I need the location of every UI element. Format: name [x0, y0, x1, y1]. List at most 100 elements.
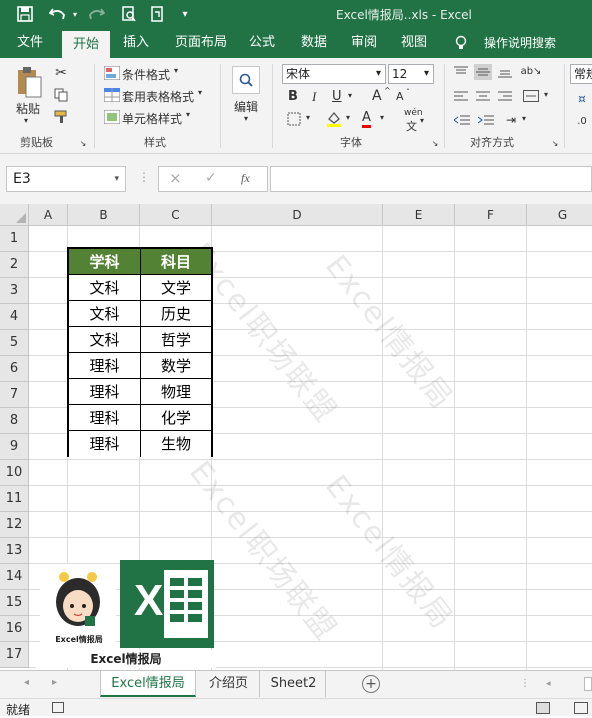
- table-cell-subject[interactable]: 理科: [69, 431, 141, 457]
- font-name-select[interactable]: 宋体 ▾: [282, 64, 386, 84]
- shrink-font-button[interactable]: A: [396, 90, 404, 103]
- add-sheet-button[interactable]: +: [362, 675, 380, 693]
- formula-bar-grip-icon[interactable]: ⋮: [138, 170, 150, 184]
- tab-file[interactable]: 文件: [8, 28, 52, 58]
- format-as-table-icon[interactable]: [104, 88, 120, 102]
- format-as-table-button[interactable]: 套用表格格式: [122, 88, 194, 105]
- column-header-g[interactable]: G: [527, 204, 592, 226]
- row-header[interactable]: 10: [0, 460, 29, 486]
- editing-button[interactable]: 编辑: [234, 98, 258, 115]
- enter-icon[interactable]: ✓: [205, 170, 217, 186]
- row-header[interactable]: 11: [0, 486, 29, 512]
- chevron-down-icon[interactable]: ▾: [198, 88, 202, 97]
- increase-decimal-icon[interactable]: .0: [572, 112, 592, 130]
- cancel-icon[interactable]: ×: [169, 169, 182, 187]
- decrease-indent-icon[interactable]: [452, 112, 472, 128]
- phonetic-icon[interactable]: 文: [406, 118, 417, 134]
- column-header-f[interactable]: F: [455, 204, 527, 226]
- redo-icon[interactable]: [84, 4, 108, 24]
- font-color-button[interactable]: A: [362, 110, 371, 128]
- row-header[interactable]: 9: [0, 434, 29, 460]
- chevron-down-icon[interactable]: ▾: [306, 113, 310, 122]
- tab-review[interactable]: 审阅: [342, 28, 386, 58]
- customize-icon[interactable]: ▾: [176, 4, 194, 24]
- normal-view-icon[interactable]: [536, 702, 550, 714]
- row-header[interactable]: 13: [0, 538, 29, 564]
- row-header[interactable]: 14: [0, 564, 29, 590]
- sheet-tab-excel-qingbaoju[interactable]: Excel情报局: [100, 671, 196, 697]
- row-header[interactable]: 1: [0, 226, 29, 252]
- sheet-tab-intro[interactable]: 介绍页: [198, 671, 260, 697]
- table-cell-course[interactable]: 历史: [141, 301, 211, 327]
- chevron-down-icon[interactable]: ▾: [348, 91, 352, 100]
- table-cell-course[interactable]: 物理: [141, 379, 211, 405]
- text-direction-icon[interactable]: ⇥: [502, 112, 520, 128]
- formula-input[interactable]: [270, 166, 592, 192]
- page-layout-view-icon[interactable]: [574, 702, 588, 714]
- scroll-right-icon[interactable]: ▸: [52, 677, 57, 688]
- italic-button[interactable]: I: [312, 89, 316, 105]
- tab-data[interactable]: 数据: [292, 28, 336, 58]
- table-cell-subject[interactable]: 文科: [69, 275, 141, 301]
- chevron-down-icon[interactable]: ▾: [544, 90, 548, 99]
- table-header-course[interactable]: 科目: [141, 249, 211, 275]
- table-header-subject[interactable]: 学科: [69, 249, 141, 275]
- number-format-select[interactable]: 常规: [570, 64, 592, 84]
- row-header[interactable]: 17: [0, 642, 29, 668]
- tab-home[interactable]: 开始: [62, 31, 110, 58]
- bold-button[interactable]: B: [288, 89, 298, 104]
- row-header[interactable]: 8: [0, 408, 29, 434]
- column-header-a[interactable]: A: [29, 204, 68, 226]
- fill-color-icon[interactable]: [324, 110, 344, 128]
- chevron-down-icon[interactable]: ▾: [380, 113, 384, 122]
- row-header[interactable]: 2: [0, 252, 29, 278]
- sheet-tab-sheet2[interactable]: Sheet2: [262, 671, 326, 697]
- row-header[interactable]: 7: [0, 382, 29, 408]
- underline-button[interactable]: U: [332, 89, 342, 104]
- alignment-launcher-icon[interactable]: ↘: [550, 138, 560, 148]
- font-launcher-icon[interactable]: ↘: [430, 138, 440, 148]
- align-top-icon[interactable]: [452, 64, 470, 80]
- grow-font-button[interactable]: A: [372, 88, 382, 104]
- table-cell-course[interactable]: 哲学: [141, 327, 211, 353]
- chevron-down-icon[interactable]: ▾: [346, 113, 350, 122]
- table-cell-course[interactable]: 数学: [141, 353, 211, 379]
- column-header-b[interactable]: B: [68, 204, 140, 226]
- touch-mode-icon[interactable]: [146, 4, 168, 24]
- cut-icon[interactable]: ✂: [52, 64, 70, 82]
- borders-icon[interactable]: [286, 112, 302, 126]
- align-bottom-icon[interactable]: [496, 64, 514, 80]
- tab-page-layout[interactable]: 页面布局: [168, 28, 234, 58]
- chevron-down-icon[interactable]: ▾: [186, 110, 190, 119]
- horizontal-scrollbar[interactable]: [584, 677, 592, 691]
- conditional-format-button[interactable]: 条件格式: [122, 66, 170, 83]
- column-header-e[interactable]: E: [383, 204, 455, 226]
- search-icon[interactable]: [232, 66, 260, 94]
- table-cell-course[interactable]: 文学: [141, 275, 211, 301]
- tab-view[interactable]: 视图: [392, 28, 436, 58]
- column-header-d[interactable]: D: [212, 204, 383, 226]
- undo-icon[interactable]: [46, 4, 70, 24]
- chevron-down-icon[interactable]: ▾: [424, 65, 429, 83]
- chevron-down-icon[interactable]: ▾: [244, 114, 248, 123]
- paste-dropdown-icon[interactable]: ▾: [24, 116, 28, 125]
- row-header[interactable]: 12: [0, 512, 29, 538]
- row-header[interactable]: 16: [0, 616, 29, 642]
- align-middle-icon[interactable]: [474, 64, 492, 80]
- increase-indent-icon[interactable]: [476, 112, 496, 128]
- clipboard-launcher-icon[interactable]: ↘: [78, 138, 88, 148]
- save-icon[interactable]: [14, 4, 36, 24]
- insert-function-icon[interactable]: fx: [241, 171, 250, 186]
- paste-icon[interactable]: [14, 64, 44, 100]
- align-left-icon[interactable]: [452, 88, 470, 104]
- cell-styles-icon[interactable]: [104, 110, 120, 124]
- table-cell-course[interactable]: 化学: [141, 405, 211, 431]
- row-header[interactable]: 3: [0, 278, 29, 304]
- table-cell-subject[interactable]: 理科: [69, 379, 141, 405]
- paste-label[interactable]: 粘贴: [16, 100, 40, 117]
- format-painter-icon[interactable]: [52, 108, 70, 126]
- table-cell-subject[interactable]: 理科: [69, 353, 141, 379]
- row-header[interactable]: 5: [0, 330, 29, 356]
- font-size-select[interactable]: 12 ▾: [388, 64, 434, 84]
- align-center-icon[interactable]: [474, 88, 492, 104]
